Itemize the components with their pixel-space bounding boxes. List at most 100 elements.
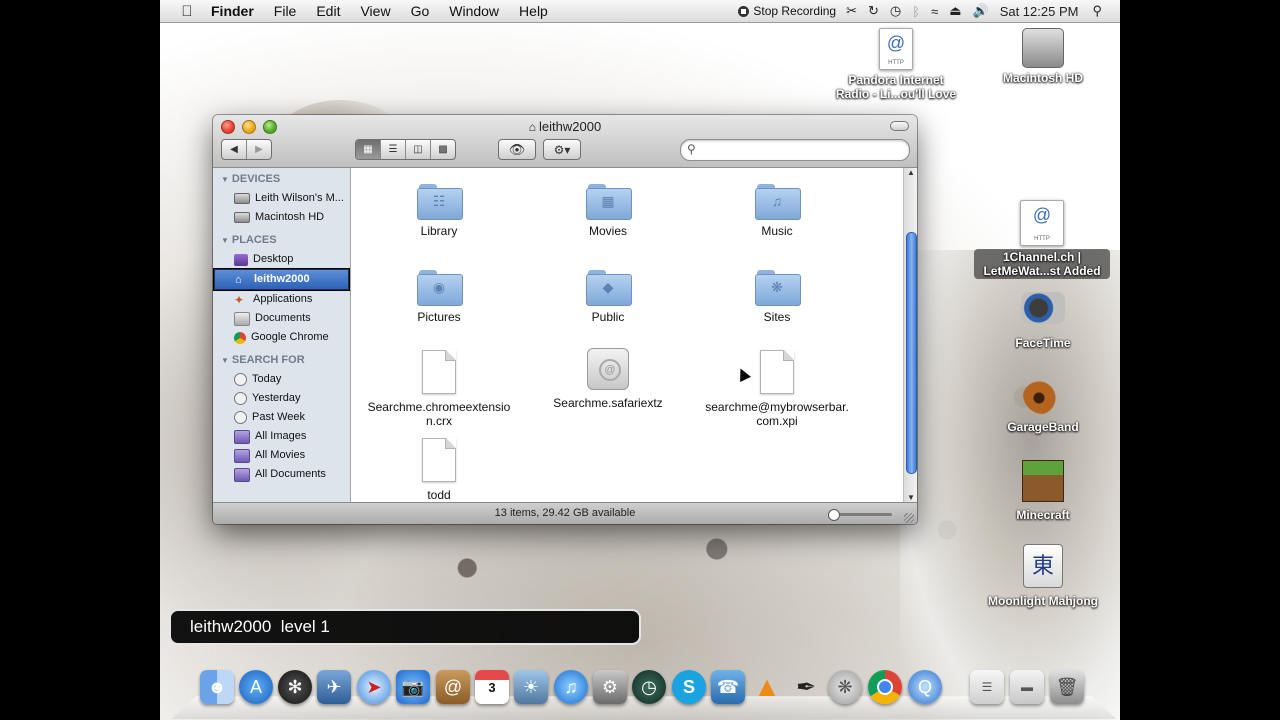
- sidebar-item-home[interactable]: ⌂ leithw2000: [213, 268, 350, 291]
- desktop-icon-minecraft[interactable]: Minecraft: [988, 460, 1098, 522]
- scroll-down-arrow-icon[interactable]: ▼: [904, 493, 917, 502]
- dock-safari-icon[interactable]: ➤: [357, 670, 391, 704]
- stop-recording-button[interactable]: Stop Recording: [738, 4, 836, 18]
- menu-clock[interactable]: Sat 12:25 PM: [1000, 4, 1079, 19]
- dock-chrome-icon[interactable]: [868, 670, 902, 704]
- spotlight-icon[interactable]: ⚲: [1092, 3, 1102, 19]
- folder-library[interactable]: ☷ Library: [359, 184, 519, 238]
- toolbar-toggle-button[interactable]: [890, 121, 909, 131]
- dock-quicktime-icon[interactable]: Q: [908, 670, 942, 704]
- dock-pen-icon[interactable]: ✒: [789, 670, 823, 704]
- scroll-thumb[interactable]: [906, 232, 917, 474]
- sidebar-header-search-for[interactable]: ▼ SEARCH FOR: [221, 353, 350, 367]
- menu-edit[interactable]: Edit: [316, 3, 340, 19]
- sidebar-item-all-documents[interactable]: All Documents: [213, 465, 350, 484]
- dock-address-book-icon[interactable]: @: [436, 670, 470, 704]
- dock-itunes-icon[interactable]: ♫: [554, 670, 588, 704]
- status-text: 13 items, 29.42 GB available: [494, 507, 636, 519]
- dock-walkie-talkie-icon[interactable]: ☎: [711, 670, 745, 704]
- dock-vlc-icon[interactable]: ▲: [750, 670, 784, 704]
- icon-size-slider[interactable]: [828, 509, 892, 521]
- folder-public[interactable]: ◆ Public: [528, 270, 688, 324]
- folder-music[interactable]: ♫ Music: [697, 184, 857, 238]
- menu-help[interactable]: Help: [519, 3, 548, 19]
- desktop-icon-facetime[interactable]: FaceTime: [988, 292, 1098, 350]
- sidebar-item-google-chrome[interactable]: Google Chrome: [213, 328, 350, 347]
- desktop-icon-pandora[interactable]: @ HTTP Pandora Internet Radio - Li...ou'l…: [826, 28, 966, 101]
- menu-go[interactable]: Go: [411, 3, 430, 19]
- sidebar-item-today[interactable]: Today: [213, 370, 350, 389]
- vertical-scrollbar[interactable]: ▲ ▼: [903, 168, 917, 502]
- apple-menu-icon[interactable]: : [177, 3, 197, 20]
- sidebar-item-computer[interactable]: Leith Wilson's M...: [213, 189, 350, 208]
- calendar-date: 3: [488, 679, 496, 695]
- sidebar-item-all-movies[interactable]: All Movies: [213, 446, 350, 465]
- sidebar-item-applications[interactable]: ✦ Applications: [213, 290, 350, 309]
- forward-button[interactable]: ▶: [247, 140, 271, 159]
- compass-icon: ❋: [771, 279, 783, 295]
- dock-app-store-icon[interactable]: A: [239, 670, 273, 704]
- search-field[interactable]: ⚲: [680, 139, 910, 161]
- folder-pictures[interactable]: ◉ Pictures: [359, 270, 519, 324]
- action-gear-button[interactable]: ⚙▾: [544, 140, 580, 159]
- desktop-icon-mahjong[interactable]: 東 Moonlight Mahjong: [978, 544, 1108, 608]
- document-icon: [422, 438, 456, 482]
- sidebar-header-devices[interactable]: ▼ DEVICES: [221, 172, 350, 186]
- desktop-icon-macintosh-hd[interactable]: Macintosh HD: [988, 28, 1098, 85]
- coverflow-view-button[interactable]: ▩: [431, 140, 455, 159]
- menu-window[interactable]: Window: [449, 3, 499, 19]
- menu-view[interactable]: View: [360, 3, 390, 19]
- folder-sites[interactable]: ❋ Sites: [697, 270, 857, 324]
- dock-system-preferences-icon[interactable]: ⚙: [593, 670, 627, 704]
- dock-time-machine-icon[interactable]: ◷: [632, 670, 666, 704]
- back-button[interactable]: ◀: [222, 140, 247, 159]
- wifi-icon[interactable]: ≈: [931, 4, 938, 19]
- dock-finder-icon[interactable]: ☻: [200, 670, 234, 704]
- dock-downloads-stack-icon[interactable]: ▬: [1010, 670, 1044, 704]
- icon-view-button[interactable]: ▦: [356, 140, 381, 159]
- safari-extension-icon: @: [587, 348, 629, 390]
- dock-gear-utility-icon[interactable]: ❋: [828, 670, 862, 704]
- folder-movies[interactable]: ▦ Movies: [528, 184, 688, 238]
- sidebar-item-macintosh-hd[interactable]: Macintosh HD: [213, 208, 350, 227]
- bluetooth-icon[interactable]: ᛒ: [912, 4, 920, 19]
- file-safari-extension[interactable]: @ Searchme.safariextz: [528, 348, 688, 410]
- dock-preview-icon[interactable]: ✈: [317, 670, 351, 704]
- scissors-icon[interactable]: ✂: [846, 3, 857, 19]
- list-view-button[interactable]: ☰: [381, 140, 406, 159]
- dock-trash-icon[interactable]: 🗑: [1050, 670, 1084, 704]
- eject-icon[interactable]: ⏏: [949, 3, 961, 19]
- quick-look-button[interactable]: 👁: [499, 140, 535, 159]
- sidebar-item-label: All Images: [255, 430, 307, 442]
- sidebar-item-yesterday[interactable]: Yesterday: [213, 389, 350, 408]
- column-view-button[interactable]: ◫: [406, 140, 431, 159]
- clock-icon: [234, 411, 247, 424]
- file-firefox-extension[interactable]: searchme@mybrowserbar. com.xpi: [697, 350, 857, 428]
- file-chrome-extension[interactable]: Searchme.chromeextensio n.crx: [359, 350, 519, 428]
- desktop-icon-garageband[interactable]: GarageBand: [988, 374, 1098, 434]
- dock-ichat-icon[interactable]: 📷: [396, 670, 430, 704]
- search-input[interactable]: [703, 142, 903, 159]
- scroll-up-arrow-icon[interactable]: ▲: [904, 168, 917, 177]
- sidebar-item-label: Yesterday: [252, 392, 301, 404]
- dock-skype-icon[interactable]: S: [672, 670, 706, 704]
- sidebar-header-places[interactable]: ▼ PLACES: [221, 233, 350, 247]
- resize-grip-icon[interactable]: [904, 513, 914, 523]
- menu-file[interactable]: File: [274, 3, 297, 19]
- sidebar-item-documents[interactable]: Documents: [213, 309, 350, 328]
- sync-icon[interactable]: ↻: [868, 3, 879, 19]
- dock-ical-icon[interactable]: 3: [475, 670, 509, 704]
- dock-iphoto-icon[interactable]: ☀: [514, 670, 548, 704]
- desktop-icon-1channel[interactable]: @ HTTP 1Channel.ch | LetMeWat...st Added: [972, 200, 1112, 279]
- volume-icon[interactable]: 🔊: [973, 3, 989, 19]
- sidebar-item-all-images[interactable]: All Images: [213, 427, 350, 446]
- sidebar-item-desktop[interactable]: Desktop: [213, 250, 350, 269]
- mahjong-tile-icon: 東: [1023, 544, 1063, 588]
- slider-knob[interactable]: [828, 509, 840, 521]
- file-todd[interactable]: todd: [359, 438, 519, 502]
- time-machine-icon[interactable]: ◷: [890, 3, 901, 19]
- dock-dashboard-icon[interactable]: ✻: [278, 670, 312, 704]
- dock-documents-stack-icon[interactable]: ☰: [970, 670, 1004, 704]
- sidebar-item-past-week[interactable]: Past Week: [213, 408, 350, 427]
- menu-app-name[interactable]: Finder: [211, 3, 254, 19]
